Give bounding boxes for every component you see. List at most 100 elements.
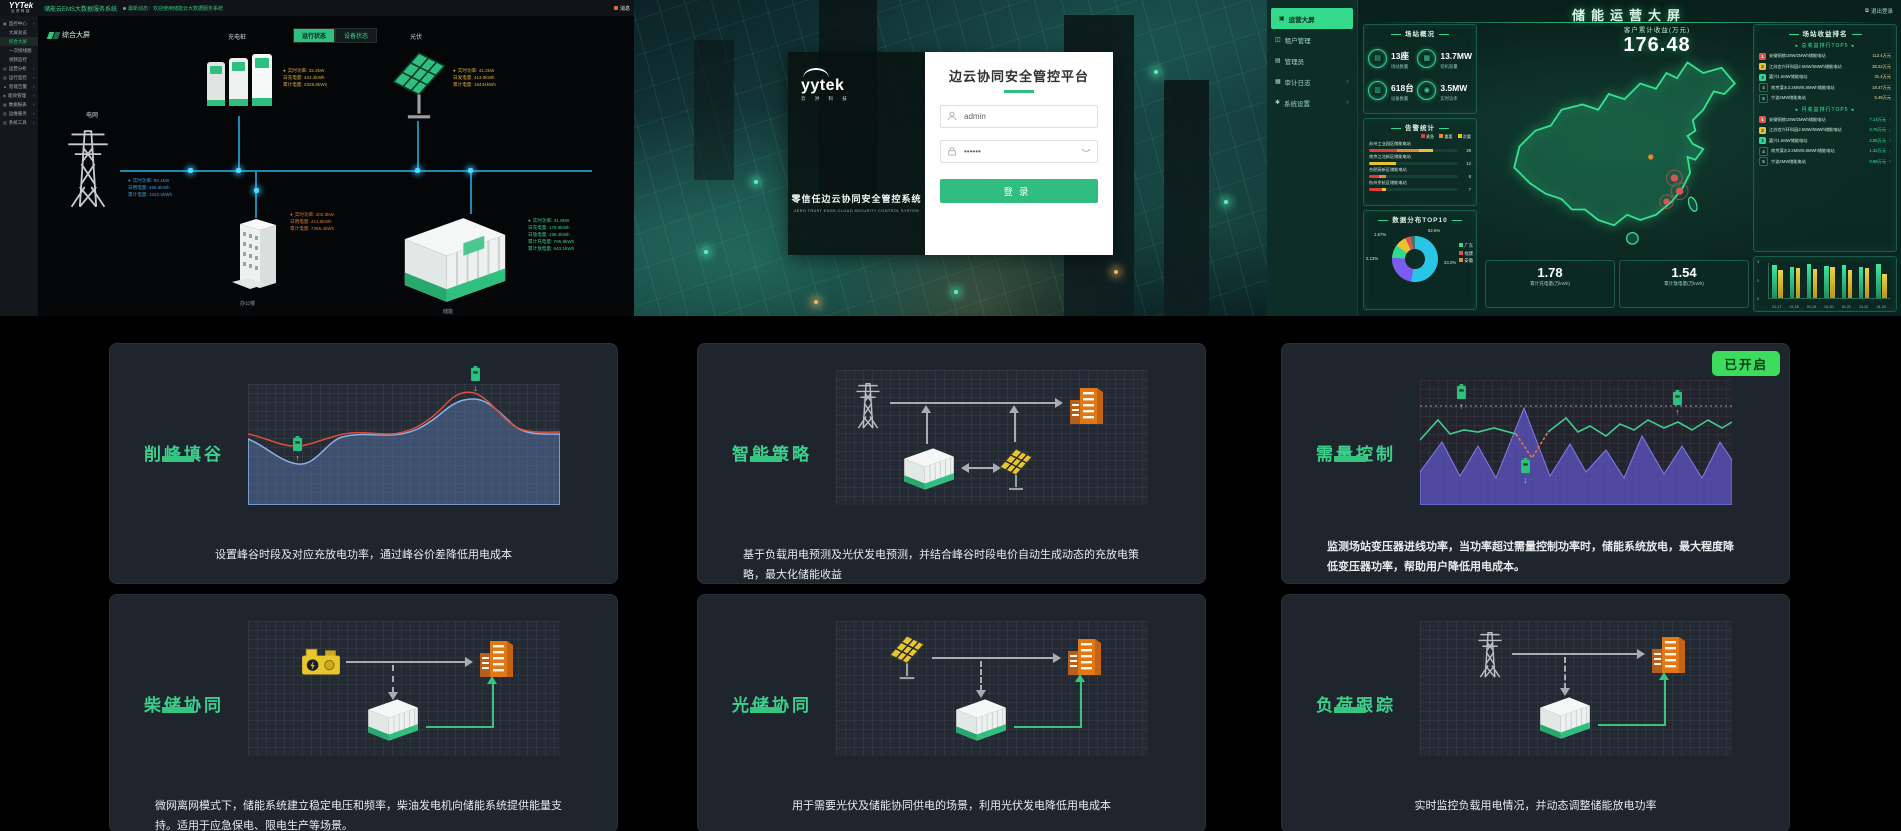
user-label[interactable]: 消息 [620,5,630,12]
kpi-discharge: 1.54 累计放电量(万kWh) [1619,260,1749,308]
glow-dot [754,180,758,184]
up-arrow-icon: ↑ [1889,138,1891,143]
menu-icon: ▦ [3,102,7,107]
grid-to-ess-dashed-arrow [1564,657,1566,689]
sidebar-item-admins[interactable]: ▤管理员 [1267,50,1357,71]
grid-stats: ●实时功率: 93.1kW 日用电量: 459.6kWh 累计电量: 1332.… [128,178,172,199]
card-graphic: ↑ ↓ [248,370,560,505]
tab-run-status[interactable]: 运行状态 [293,28,335,43]
gen-to-ess-dashed-arrow [392,665,394,693]
sidebar-item-main-screen[interactable]: 综合大屏 [0,37,38,46]
logout-button[interactable]: ⧉退出登录 [1865,7,1893,15]
sidebar-item-analysis[interactable]: ▤运营分析˅ [0,64,38,73]
bus-drop [238,116,240,170]
sidebar-item-wiring-diagram[interactable]: 一次接线图 [0,46,38,55]
ess-to-building-line [1598,724,1666,726]
ranking-row: 5宁波2MW储能电站0.98万元↑ [1754,157,1896,168]
sidebar-item-video[interactable]: 视频监控 [0,55,38,64]
chevron-down-icon: ˅ [1346,79,1349,85]
legend-minor: 次要 [1458,134,1471,140]
pv-stats: ●实时功率: 41.2kW 日发电量: 413.9kWh 累计电量: 19434… [453,68,496,89]
stat-bullet: ● [128,178,131,183]
sidebar-item-ops[interactable]: ▧运维服务˅ [0,109,38,118]
glow-dot [254,188,259,193]
card-graphic [1420,621,1732,756]
login-card: yytek 云 洴 科 技 零信任边云协同安全管控系统 ZERO TRUST E… [788,52,1113,255]
brand-name: yytek [801,77,844,94]
menu-icon: ▲ [3,84,7,89]
device-icon: ▥ [1368,81,1387,100]
ranking-row: 1安徽铜陵1MW/2MWh储能电站7.14万元↑ [1754,115,1896,126]
chevron-down-icon: ˅ [33,93,35,98]
sidebar-item-run-monitor[interactable]: ▥运行监控˅ [0,73,38,82]
login-button[interactable]: 登录 [940,179,1098,203]
chevron-down-icon: ˅ [1346,100,1349,106]
bar-pair [1790,263,1801,298]
node-label-pile: 充电桩 [228,32,246,41]
sidebar-item-audit-log[interactable]: ▦审计日志˅ [1267,71,1357,92]
down-arrow-icon: ↓ [470,384,481,393]
sidebar-item-monitor-center[interactable]: ▣监控中心˄ [0,19,38,28]
bell-icon[interactable] [614,6,618,10]
password-input[interactable] [962,146,1076,157]
office-building-icon [226,218,284,296]
x-axis-label: 01.18 [1790,305,1799,309]
building-silhouette [694,40,734,180]
bar-pair [1876,263,1887,298]
person-icon [947,111,957,121]
x-axis-label: 01.21 [1842,305,1851,309]
ess-to-building-arrow [1664,679,1666,726]
up-arrow-icon: ↑ [1889,128,1891,133]
title-underline [750,707,782,713]
menu-icon: ▤ [3,66,7,71]
transmission-tower-icon [1472,625,1508,679]
legend-critical: 紧急 [1421,134,1434,140]
title-underline [1334,456,1366,462]
brand-subname: 云 洴 科 技 [801,97,851,102]
solar-panel-icon [388,50,450,120]
alarm-row: 杭州余杭区储能电站 7 [1364,179,1476,192]
card-graphic [836,621,1148,756]
bus-drop [417,121,419,170]
bar-pair [1824,263,1835,298]
ranking-row: 2江苏宜兴环科园2.5MW/5MWh储能电站38.22万元 [1754,62,1896,73]
sidebar-item-settings[interactable]: ✱系统设置˅ [1267,92,1357,113]
sidebar-item-bigscreen[interactable]: ▣运营大屏 [1271,8,1353,29]
ess-container-icon [950,697,1012,743]
sidebar-item-overview[interactable]: 大屏总览 [0,28,38,37]
ranking-row: 4南京溧水3.2MW/6.8MWh储能电站18.47万元 [1754,83,1896,94]
username-input[interactable] [962,111,1091,122]
battery-icon [1672,390,1683,406]
donut-legend: 广东 福建 安徽 [1459,242,1473,265]
energy-chart-panel: 4 2 0 01.1701.1801.1901.2001.2101.2201.2… [1753,256,1897,312]
sidebar-item-alarm[interactable]: ▲智能告警˅ [0,82,38,91]
sidebar-item-efficiency[interactable]: ◈能效管理˅ [0,91,38,100]
x-axis-label: 01.17 [1772,305,1781,309]
tab-device-status[interactable]: 设备状态 [335,28,377,43]
bar-pair [1772,263,1783,298]
sidebar-item-tools[interactable]: ▨系统工具˅ [0,118,38,127]
ess-stats: ●实时功率: 41.9kW 日充电量: 178.6kWh 日放电量: 158.3… [528,218,574,252]
revenue-ranking-panel: 场站收益排名 总收益排行TOP5 1安徽铜陵1MW/2MWh储能电站113.4万… [1753,24,1897,252]
up-arrow-icon: ↑ [1456,402,1467,411]
feature-card-pv-storage: 光储协同 [697,594,1206,831]
sidebar-item-tenants[interactable]: ◫租户管理 [1267,29,1357,50]
sidebar-item-report[interactable]: ▦数据报表˅ [0,100,38,109]
power-flow-arrow [1512,653,1638,655]
x-axis-label: 01.20 [1824,305,1833,309]
ess-to-building-line [1014,726,1082,728]
card-graphic [836,370,1148,505]
pv-to-ess-dashed-arrow [980,661,982,691]
china-map [1475,52,1795,262]
legend-item: 安徽 [1459,257,1473,265]
alarm-stats-panel: 告警统计 紧急 重要 次要 苏州工业园区储能电站 29 南京江北新区储能电站 1… [1363,118,1477,206]
legend-swatch [1439,134,1443,138]
ess-to-building-arrow [492,683,494,728]
lock-icon [947,146,957,156]
glow-dot [188,168,193,173]
building-silhouette [1164,80,1209,316]
ems-user-area[interactable]: 消息 [614,5,630,12]
x-axis-label: 01.23 [1877,305,1886,309]
eye-closed-icon[interactable] [1081,148,1091,154]
energy-bars [1768,263,1890,299]
